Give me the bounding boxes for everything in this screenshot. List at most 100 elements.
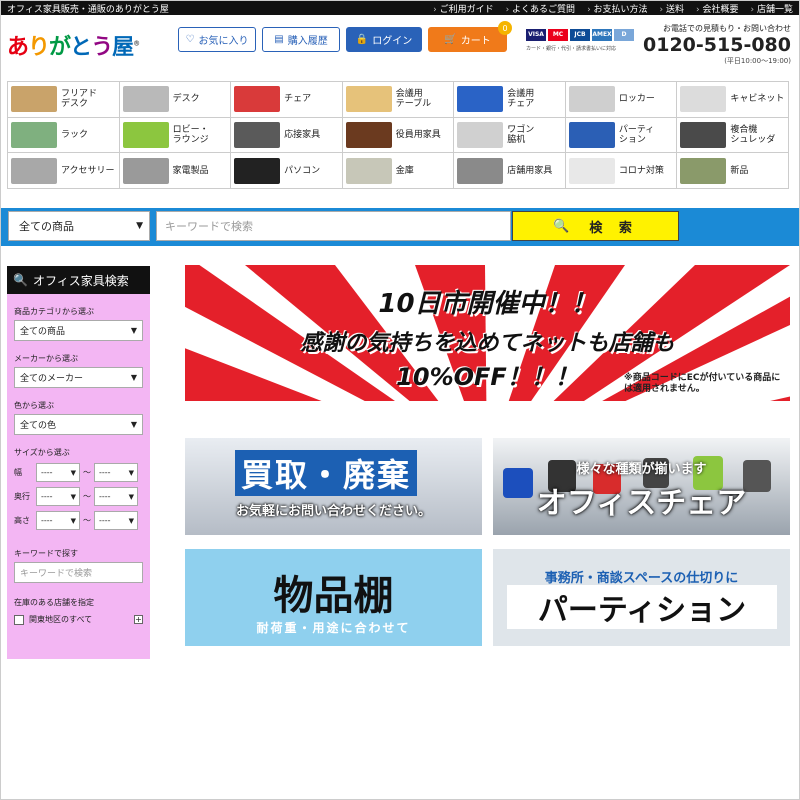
category-item[interactable]: ロッカー <box>565 82 678 118</box>
store-option[interactable]: 関東地区のすべて + <box>14 614 143 625</box>
category-thumbnail <box>122 157 169 184</box>
kaitori-banner[interactable]: 買取・廃棄 お気軽にお問い合わせください。 <box>185 438 482 535</box>
category-item[interactable]: ワゴン 脇机 <box>454 117 566 154</box>
category-thumbnail <box>122 86 169 113</box>
link-guide[interactable]: ご利用ガイド <box>433 2 494 15</box>
size-label: サイズから選ぶ <box>14 448 70 457</box>
partition-subtitle: 事務所・商談スペースの仕切りに <box>544 571 739 586</box>
store-checkbox[interactable] <box>14 614 24 625</box>
category-item[interactable]: チェア <box>231 82 343 118</box>
category-item[interactable]: 家電製品 <box>119 153 232 189</box>
sale-subheadline: 感謝の気持ちを込めてネットも店舗も <box>300 331 675 356</box>
chevron-down-icon: ▼ <box>130 326 137 335</box>
category-item[interactable]: キャビネット <box>677 82 789 118</box>
category-select[interactable]: 全ての商品 ▼ <box>8 211 150 241</box>
category-grid: フリアド デスク デスク チェア 会議用 テーブル 会議用 チェア ロッカー キャビネットラ… <box>7 81 789 189</box>
height-to-select[interactable]: ---- ▼ <box>94 511 138 530</box>
maker-label: メーカーから選ぶ <box>14 354 78 363</box>
category-item[interactable]: 店舗用家具 <box>454 153 566 189</box>
link-payment[interactable]: お支払い方法 <box>587 2 648 15</box>
category-item[interactable]: ロビー・ ラウンジ <box>119 117 232 154</box>
sidebar-color-select[interactable]: 全ての色 ▼ <box>14 414 143 435</box>
office-chair-banner[interactable]: 様々な種類が揃います オフィスチェア <box>493 438 790 535</box>
cart-icon: 🛒 <box>444 34 457 45</box>
login-button[interactable]: 🔒 ログイン <box>346 27 422 52</box>
chevron-down-icon: ▼ <box>130 373 137 382</box>
partition-banner[interactable]: 事務所・商談スペースの仕切りに パーティション <box>493 549 790 646</box>
site-logo[interactable]: ありがとう屋® <box>7 29 140 61</box>
category-label: ロッカー <box>618 94 655 105</box>
cart-button[interactable]: 🛒 カート <box>428 27 507 52</box>
category-item[interactable]: 役員用家具 <box>342 117 455 154</box>
width-to-select[interactable]: ---- ▼ <box>94 463 138 482</box>
category-thumbnail <box>345 121 392 148</box>
cart-count-badge: 0 <box>498 21 512 35</box>
category-label: キャビネット <box>730 94 785 105</box>
category-item[interactable]: コロナ対策 <box>565 153 678 189</box>
search-button[interactable]: 🔍 検 索 <box>512 211 679 241</box>
link-company[interactable]: 会社概要 <box>696 2 739 15</box>
sale-banner[interactable]: 10日市開催中！！ 感謝の気持ちを込めてネットも店舗も 10%OFF！！！ ※商… <box>185 265 790 401</box>
category-thumbnail <box>457 157 504 184</box>
category-label: 店舗用家具 <box>507 165 553 176</box>
category-thumbnail <box>345 86 392 113</box>
category-item[interactable]: 会議用 チェア <box>454 82 566 118</box>
sidebar-maker-select[interactable]: 全てのメーカー ▼ <box>14 367 143 388</box>
category-label: 新品 <box>730 165 749 176</box>
height-from-select[interactable]: ---- ▼ <box>36 511 80 530</box>
header: ありがとう屋® ♡ お気に入り ▤ 購入履歴 🔒 ログイン 🛒 カート 0 VI… <box>1 15 799 77</box>
category-item[interactable]: 金庫 <box>342 153 455 189</box>
top-bar: オフィス家具販売・通販のありがとう屋 ご利用ガイド よくあるご質問 お支払い方法… <box>1 1 799 15</box>
category-item[interactable]: パソコン <box>231 153 343 189</box>
depth-from-select[interactable]: ---- ▼ <box>36 487 80 506</box>
category-thumbnail <box>345 157 392 184</box>
category-item[interactable]: 応接家具 <box>231 117 343 154</box>
expand-icon[interactable]: + <box>134 615 143 624</box>
category-label: 商品カテゴリから選ぶ <box>14 307 94 316</box>
sidebar-category-select[interactable]: 全ての商品 ▼ <box>14 320 143 341</box>
depth-to-select[interactable]: ---- ▼ <box>94 487 138 506</box>
category-item[interactable]: 新品 <box>677 153 789 189</box>
category-thumbnail <box>457 86 504 113</box>
category-thumbnail <box>122 121 169 148</box>
category-item[interactable]: アクセサリー <box>8 153 120 189</box>
chevron-down-icon: ▼ <box>130 420 137 429</box>
category-item[interactable]: 会議用 テーブル <box>342 82 455 118</box>
chevron-down-icon: ▼ <box>128 468 134 477</box>
category-item[interactable]: デスク <box>119 82 232 118</box>
category-item[interactable]: 複合機 シュレッダ <box>677 117 789 154</box>
category-label: ラック <box>61 129 89 140</box>
purchase-history-button[interactable]: ▤ 購入履歴 <box>262 27 340 52</box>
width-from-select[interactable]: ---- ▼ <box>36 463 80 482</box>
category-thumbnail <box>11 121 57 148</box>
phone-hours: (平日10:00～19:00) <box>724 57 791 65</box>
category-thumbnail <box>680 86 727 113</box>
chevron-down-icon: ▼ <box>128 516 134 525</box>
category-item[interactable]: パーティ ション <box>565 117 678 154</box>
category-label: ロビー・ ラウンジ <box>172 124 209 145</box>
category-label: デスク <box>172 94 200 105</box>
category-item[interactable]: フリアド デスク <box>8 82 120 118</box>
link-stores[interactable]: 店舗一覧 <box>751 2 793 15</box>
category-thumbnail <box>11 86 57 113</box>
visa-logo: VISA <box>526 29 546 41</box>
payment-note: カード・銀行・代引・請求書払いに対応 <box>526 46 617 52</box>
shelf-banner[interactable]: 物品棚 耐荷重・用途に合わせて <box>185 549 482 646</box>
search-icon: 🔍 <box>553 218 576 234</box>
color-label: 色から選ぶ <box>14 401 54 410</box>
link-shipping[interactable]: 送料 <box>660 2 684 15</box>
category-label: チェア <box>284 94 312 105</box>
favorites-button[interactable]: ♡ お気に入り <box>178 27 256 52</box>
category-label: 会議用 テーブル <box>395 89 432 110</box>
kaitori-subtitle: お気軽にお問い合わせください。 <box>235 504 431 519</box>
category-item[interactable]: ラック <box>8 117 120 154</box>
site-tagline: オフィス家具販売・通販のありがとう屋 <box>7 4 169 15</box>
category-thumbnail <box>457 121 504 148</box>
category-label: 会議用 チェア <box>507 89 535 110</box>
phone-number[interactable]: 0120-515-080 <box>643 34 791 56</box>
sidebar-keyword-input[interactable]: キーワードで検索 <box>14 562 143 583</box>
link-faq[interactable]: よくあるご質問 <box>506 2 575 15</box>
category-label: 応接家具 <box>284 129 321 140</box>
category-thumbnail <box>11 157 57 184</box>
search-input[interactable]: キーワードで検索 <box>156 211 511 241</box>
